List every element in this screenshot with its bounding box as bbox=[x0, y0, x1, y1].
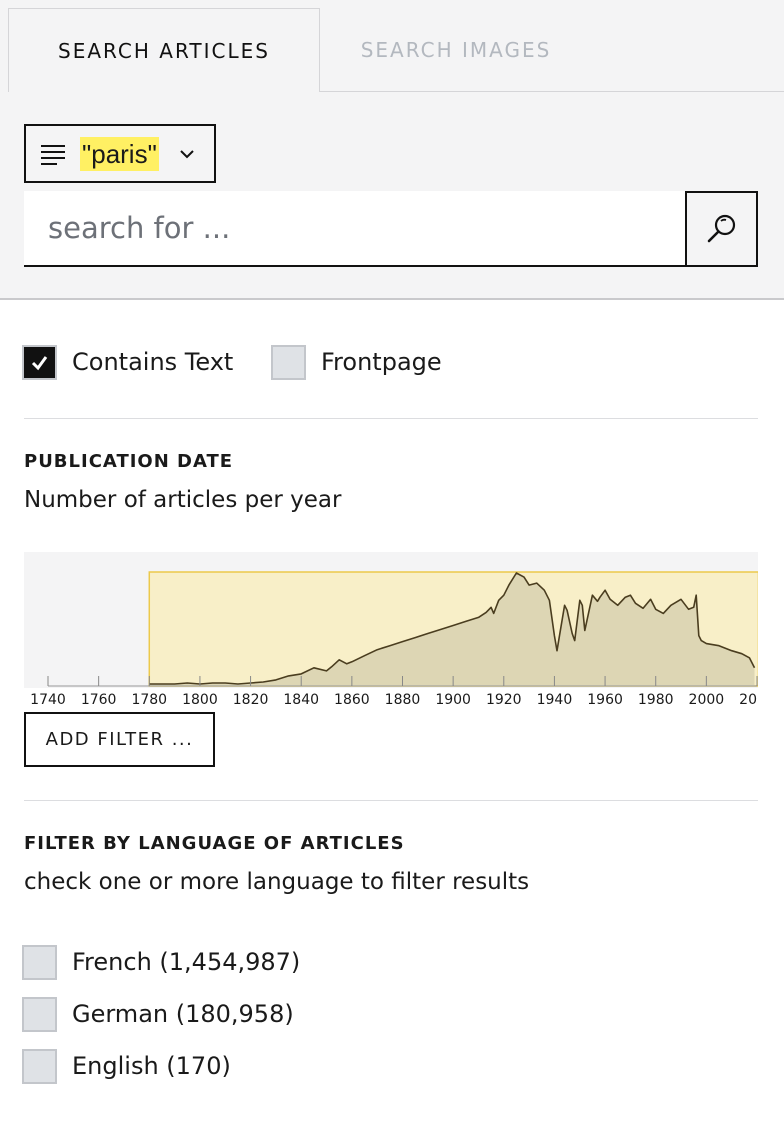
x-tick-label: 1780 bbox=[131, 692, 167, 708]
x-tick-label: 1940 bbox=[537, 692, 573, 708]
language-option-english[interactable]: English (170) bbox=[22, 1048, 231, 1084]
french-label: French (1,454,987) bbox=[72, 948, 301, 976]
publication-date-description: Number of articles per year bbox=[24, 487, 342, 513]
query-term: "paris" bbox=[80, 136, 159, 171]
chevron-down-icon[interactable] bbox=[179, 149, 195, 159]
frontpage-filter[interactable]: Frontpage bbox=[271, 344, 442, 380]
x-tick-label: 1860 bbox=[334, 692, 370, 708]
search-input[interactable] bbox=[24, 191, 686, 267]
german-checkbox[interactable] bbox=[22, 996, 57, 1032]
contains-text-checkbox[interactable] bbox=[22, 344, 57, 380]
english-label: English (170) bbox=[72, 1052, 231, 1080]
publication-date-title: PUBLICATION DATE bbox=[24, 451, 234, 472]
language-filter-description: check one or more language to filter res… bbox=[24, 869, 530, 895]
add-filter-button[interactable]: ADD FILTER ... bbox=[24, 712, 215, 767]
frontpage-label: Frontpage bbox=[321, 348, 442, 376]
language-option-french[interactable]: French (1,454,987) bbox=[22, 944, 300, 980]
x-tick-label: 1800 bbox=[182, 692, 218, 708]
french-checkbox[interactable] bbox=[22, 944, 57, 980]
search-button[interactable] bbox=[685, 191, 758, 267]
x-tick-label: 1880 bbox=[385, 692, 421, 708]
tab-search-images[interactable]: SEARCH IMAGES bbox=[320, 8, 592, 92]
x-tick-label: 1760 bbox=[81, 692, 117, 708]
english-checkbox[interactable] bbox=[22, 1048, 57, 1084]
text-lines-icon bbox=[41, 144, 65, 165]
frontpage-checkbox[interactable] bbox=[271, 344, 306, 380]
articles-per-year-chart: 1740 1760 1780 1800 1820 1840 1860 1880 1900 1920… bbox=[24, 552, 775, 708]
tabs-divider bbox=[320, 91, 784, 92]
x-tick-label: 1900 bbox=[435, 692, 471, 708]
search-panel: SEARCH ARTICLES SEARCH IMAGES "paris" bbox=[0, 0, 784, 300]
contains-text-label: Contains Text bbox=[72, 348, 234, 376]
tab-search-articles[interactable]: SEARCH ARTICLES bbox=[8, 8, 320, 92]
x-tick-label: 1980 bbox=[638, 692, 674, 708]
query-chip[interactable]: "paris" bbox=[24, 124, 216, 183]
contains-text-filter[interactable]: Contains Text bbox=[22, 344, 233, 380]
language-option-german[interactable]: German (180,958) bbox=[22, 996, 294, 1032]
checkmark-icon bbox=[31, 355, 48, 370]
divider bbox=[24, 418, 758, 419]
x-tick-label: 1920 bbox=[486, 692, 522, 708]
divider bbox=[24, 800, 758, 801]
publication-date-chart[interactable]: 1740 1760 1780 1800 1820 1840 1860 1880 1900 1920… bbox=[24, 552, 775, 712]
magnifier-icon bbox=[707, 214, 735, 243]
x-tick-label: 1840 bbox=[283, 692, 319, 708]
x-tick-label: 2020 bbox=[739, 692, 758, 708]
german-label: German (180,958) bbox=[72, 1000, 294, 1028]
x-tick-label: 1820 bbox=[233, 692, 269, 708]
x-tick-label: 2000 bbox=[689, 692, 725, 708]
search-bar bbox=[24, 191, 758, 267]
x-tick-label: 1740 bbox=[30, 692, 66, 708]
x-tick-label: 1960 bbox=[587, 692, 623, 708]
language-filter-title: FILTER BY LANGUAGE OF ARTICLES bbox=[24, 833, 405, 854]
